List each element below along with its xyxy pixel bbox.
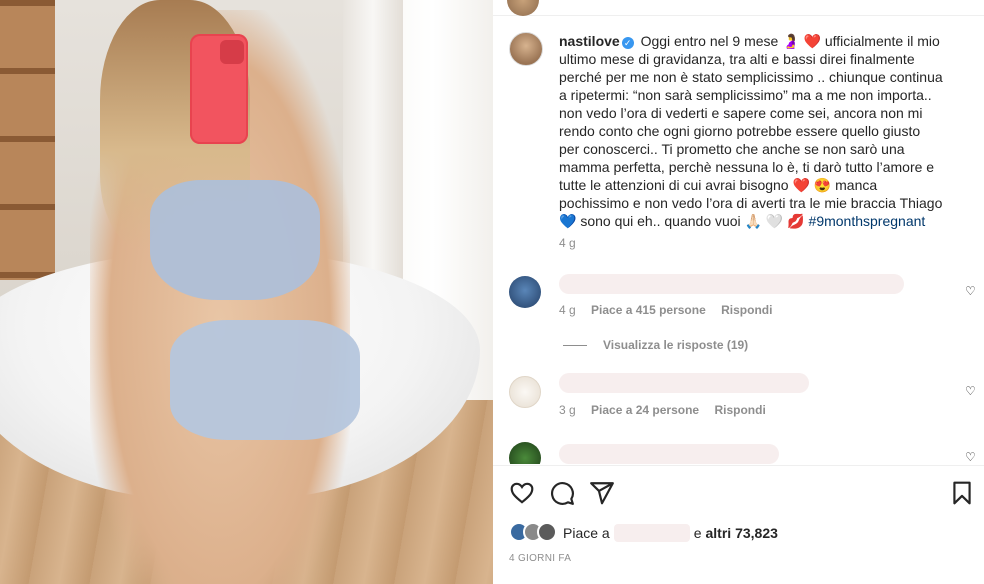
comment-avatar[interactable] (509, 276, 541, 308)
comment-heart-icon[interactable]: ♡ (965, 384, 976, 398)
comment-meta: 3 g Piace a 24 persone Rispondi (559, 403, 778, 417)
caption-line-8: mamma perfetta, perchè nessuna lo è, ti … (559, 159, 935, 175)
actions-divider (493, 465, 984, 466)
reply-button[interactable]: Rispondi (721, 303, 772, 317)
caption-line-4: a ripetermi: “non sarà semplicissimo” ma… (559, 87, 932, 103)
comment-likes[interactable]: Piace a 24 persone (591, 403, 699, 417)
post-date[interactable]: 4 GIORNI FA (509, 553, 571, 564)
photo-phone-camera (220, 40, 244, 64)
photo-top (150, 180, 320, 300)
likes-suffix: e (693, 525, 702, 541)
header-avatar[interactable] (507, 0, 539, 16)
comment-avatar[interactable] (509, 376, 541, 408)
caption-line-10: pochissimo e non vedo l’ora di averti tr… (559, 195, 943, 211)
comment-text-redacted (559, 373, 809, 393)
comment-icon[interactable] (549, 480, 575, 506)
caption-line-2: ultimo mese di gravidanza, tra alti e ba… (559, 51, 915, 67)
comment-avatar[interactable] (509, 442, 541, 464)
comment-text-redacted (559, 444, 779, 464)
comment-text-redacted (559, 274, 904, 294)
caption-line-1: Oggi entro nel 9 mese 🤰 ❤️ ufficialmente… (636, 33, 940, 49)
heart-icon[interactable] (509, 480, 535, 506)
comment-heart-icon[interactable]: ♡ (965, 450, 976, 464)
hashtag-link[interactable]: #9monthspregnant (809, 213, 926, 229)
verified-icon: ✓ (621, 37, 634, 49)
photo-shelf (0, 0, 55, 280)
caption-line-3: perché per me non è stato semplicissimo … (559, 69, 943, 85)
caption-line-9: tutte le attenzioni di cui avrai bisogno… (559, 177, 878, 193)
comment-time[interactable]: 4 g (559, 303, 576, 317)
photo-shorts (170, 320, 360, 440)
post-panel: nastilove ✓ Oggi entro nel 9 mese 🤰 ❤️ uf… (493, 0, 984, 584)
reply-button[interactable]: Rispondi (714, 403, 765, 417)
comment-time[interactable]: 3 g (559, 403, 576, 417)
caption-line-6: rendo conto che ogni giorno potrebbe ess… (559, 123, 921, 139)
comment-meta: 4 g Piace a 415 persone Rispondi (559, 303, 784, 317)
comment-likes[interactable]: Piace a 415 persone (591, 303, 706, 317)
view-replies[interactable]: Visualizza le risposte (19) (563, 338, 748, 352)
caption-time[interactable]: 4 g (559, 236, 576, 250)
likes-summary: Piace a e altri 73,823 (509, 522, 778, 544)
view-replies-label[interactable]: Visualizza le risposte (19) (603, 338, 748, 352)
replies-line (563, 344, 587, 346)
liker-avatar (537, 522, 557, 542)
action-bar (509, 480, 979, 506)
liker-name-redacted[interactable] (613, 524, 690, 542)
likes-prefix: Piace a (563, 525, 610, 541)
caption-line-7: per conoscerci.. Ti prometto che anche s… (559, 141, 905, 157)
caption-line-5: non vedo l’ora di vederti e sapere come … (559, 105, 923, 121)
bookmark-icon[interactable] (949, 480, 975, 506)
likes-others[interactable]: altri 73,823 (706, 525, 778, 541)
author-avatar[interactable] (509, 32, 543, 66)
post-caption: nastilove ✓ Oggi entro nel 9 mese 🤰 ❤️ uf… (559, 32, 969, 230)
caption-line-11: 💙 sono qui eh.. quando vuoi 🙏🏻 🤍 💋 (559, 213, 809, 229)
header-strip (493, 0, 984, 16)
share-icon[interactable] (589, 480, 615, 506)
author-username[interactable]: nastilove (559, 33, 620, 49)
comment-heart-icon[interactable]: ♡ (965, 284, 976, 298)
post-photo[interactable] (0, 0, 493, 584)
comment: ♡ (509, 440, 979, 464)
likers-avatars[interactable] (509, 522, 563, 544)
